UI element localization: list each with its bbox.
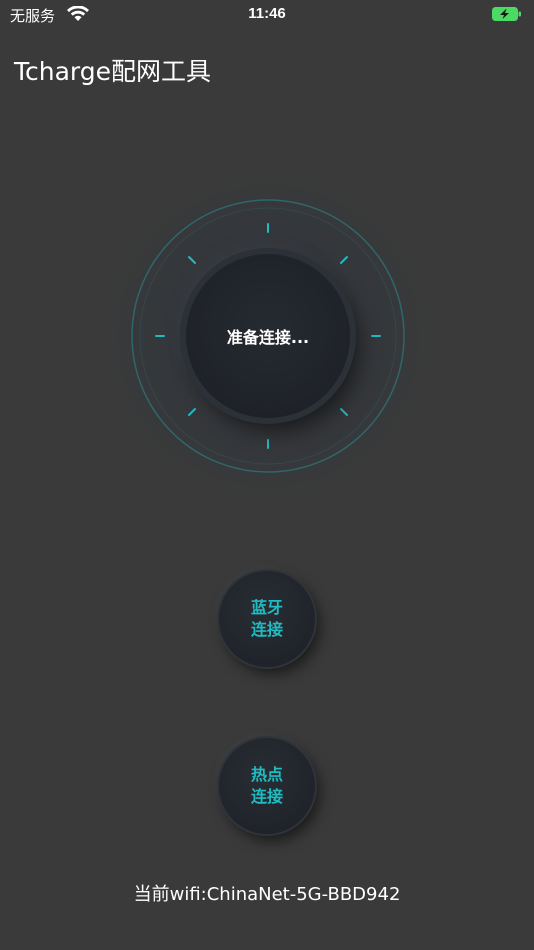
status-time: 11:46: [248, 5, 286, 22]
hotspot-button-label-line1: 热点: [250, 765, 283, 784]
status-bar: 无服务 11:46: [0, 0, 534, 30]
page-title: Tcharge配网工具: [14, 57, 212, 86]
hotspot-button-label-line2: 连接: [250, 787, 283, 806]
bluetooth-button-label-line2: 连接: [250, 620, 283, 639]
connection-status-label: 准备连接...: [226, 328, 310, 347]
bluetooth-button-label-line1: 蓝牙: [250, 598, 283, 617]
hotspot-connect-button[interactable]: 热点 连接: [219, 738, 315, 834]
connection-dial: 准备连接...: [88, 156, 448, 516]
bluetooth-connect-button[interactable]: 蓝牙 连接: [219, 571, 315, 667]
connect-knob[interactable]: 准备连接...: [186, 254, 350, 418]
current-wifi-label: 当前wifi:ChinaNet-5G-BBD942: [133, 884, 401, 905]
battery-charging-icon: [492, 7, 521, 21]
